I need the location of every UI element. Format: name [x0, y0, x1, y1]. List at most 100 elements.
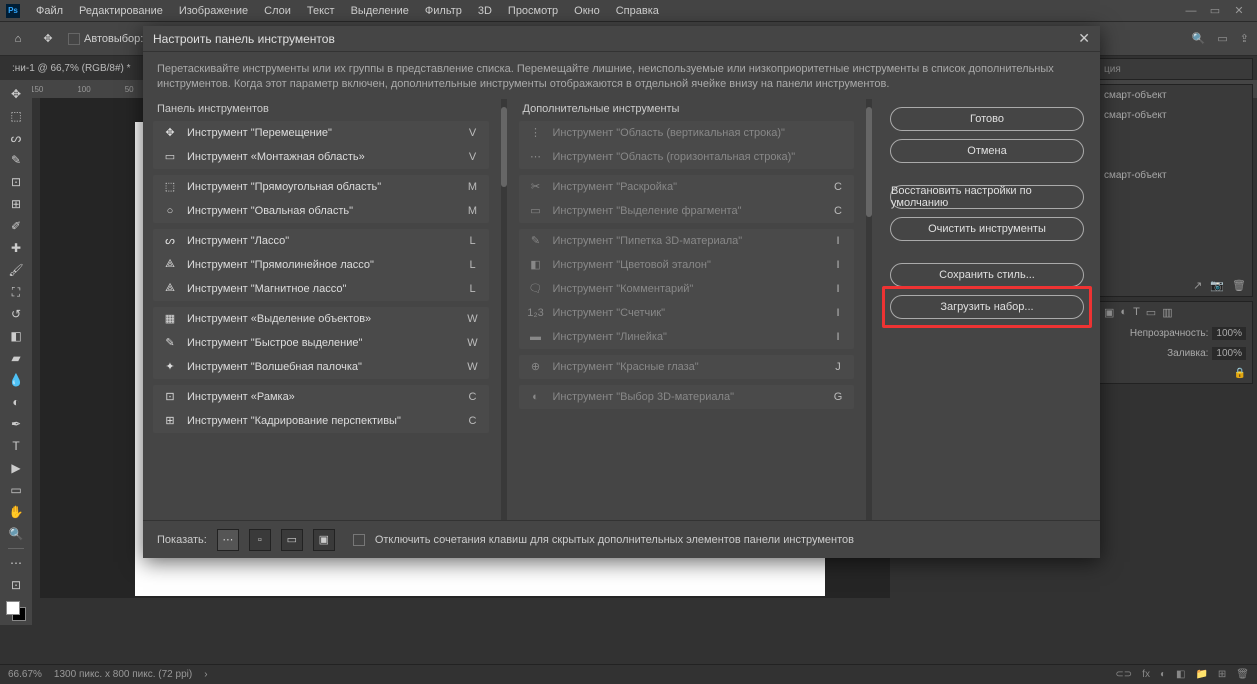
mask-icon[interactable]: ◐	[1160, 669, 1166, 680]
tool-brush[interactable]: 🖌	[6, 260, 26, 280]
opacity-value[interactable]: 100%	[1212, 327, 1246, 340]
export-icon[interactable]: ↗	[1193, 279, 1202, 292]
tool-path-select[interactable]: ▶	[6, 458, 26, 478]
workspace-icon[interactable]: ▭	[1217, 32, 1227, 45]
tool-row[interactable]: ⟁Инструмент "Прямолинейное лассо"L	[153, 253, 489, 277]
tool-row[interactable]: ✂Инструмент "Раскройка"C	[519, 175, 855, 199]
tool-row[interactable]: ◧Инструмент "Цветовой эталон"I	[519, 253, 855, 277]
trash-icon[interactable]: 🗑	[1232, 279, 1246, 292]
tool-row[interactable]: ✎Инструмент "Быстрое выделение"W	[153, 331, 489, 355]
tool-quick-select[interactable]: ✎	[6, 150, 26, 170]
panel-smart-2[interactable]: смарт-объект	[1098, 105, 1252, 125]
panel-icon-5[interactable]: ▥	[1162, 306, 1172, 319]
panel-icon-2[interactable]: ◐	[1120, 306, 1127, 319]
tool-row[interactable]: ✦Инструмент "Волшебная палочка"W	[153, 355, 489, 379]
menu-text[interactable]: Текст	[299, 5, 343, 17]
color-swatches[interactable]	[6, 601, 26, 621]
tool-row[interactable]: ▬Инструмент "Линейка"I	[519, 325, 855, 349]
clear-tools-button[interactable]: Очистить инструменты	[890, 217, 1084, 241]
menu-window[interactable]: Окно	[566, 5, 608, 17]
folder-icon[interactable]: 📁	[1195, 669, 1207, 680]
tool-row[interactable]: ▭Инструмент "Выделение фрагмента"C	[519, 199, 855, 223]
menu-image[interactable]: Изображение	[171, 5, 256, 17]
tool-edit-toolbar[interactable]: ⊡	[6, 575, 26, 595]
panel-smart-3[interactable]: смарт-объект	[1098, 165, 1252, 185]
show-option-4[interactable]: ▣	[313, 529, 335, 551]
zoom-level[interactable]: 66.67%	[8, 669, 42, 680]
doc-info-chevron[interactable]: ›	[204, 669, 207, 680]
tool-row[interactable]: ⊞Инструмент "Кадрирование перспективы"C	[153, 409, 489, 433]
lock-icon[interactable]: 🔒	[1234, 368, 1246, 379]
panel-icon-4[interactable]: ▭	[1146, 306, 1156, 319]
delete-icon[interactable]: 🗑	[1236, 669, 1249, 680]
menu-help[interactable]: Справка	[608, 5, 667, 17]
toolbar-list[interactable]: ✥Инструмент "Перемещение"V▭Инструмент «М…	[153, 121, 489, 520]
menu-file[interactable]: Файл	[28, 5, 71, 17]
tool-row[interactable]: ▭Инструмент «Монтажная область»V	[153, 145, 489, 169]
menu-3d[interactable]: 3D	[470, 5, 500, 17]
menu-view[interactable]: Просмотр	[500, 5, 566, 17]
tool-row[interactable]: ⟁Инструмент "Магнитное лассо"L	[153, 277, 489, 301]
dialog-close-button[interactable]: ✕	[1078, 30, 1090, 47]
tool-row[interactable]: ✎Инструмент "Пипетка 3D-материала"I	[519, 229, 855, 253]
extra-scrollbar[interactable]	[866, 107, 872, 217]
tool-row[interactable]: ⋮Инструмент "Область (вертикальная строк…	[519, 121, 855, 145]
menu-layers[interactable]: Слои	[256, 5, 299, 17]
done-button[interactable]: Готово	[890, 107, 1084, 131]
tool-type[interactable]: T	[6, 436, 26, 456]
tool-row[interactable]: ▦Инструмент «Выделение объектов»W	[153, 307, 489, 331]
toolbar-scrollbar[interactable]	[501, 107, 507, 187]
tool-eyedropper[interactable]: ✐	[6, 216, 26, 236]
tool-dodge[interactable]: ◐	[6, 392, 26, 412]
link-icon[interactable]: ⊂⊃	[1115, 669, 1132, 680]
autoselect-checkbox[interactable]	[68, 33, 80, 45]
menu-edit[interactable]: Редактирование	[71, 5, 171, 17]
extra-list[interactable]: ⋮Инструмент "Область (вертикальная строк…	[519, 121, 855, 520]
tool-zoom[interactable]: 🔍	[6, 524, 26, 544]
tool-row[interactable]: ⋯Инструмент "Область (горизонтальная стр…	[519, 145, 855, 169]
show-option-2[interactable]: ▫	[249, 529, 271, 551]
fill-value[interactable]: 100%	[1212, 347, 1246, 360]
tool-move[interactable]: ✥	[6, 84, 26, 104]
adjust-icon[interactable]: ◧	[1176, 669, 1185, 680]
tool-hand[interactable]: ✋	[6, 502, 26, 522]
load-preset-button[interactable]: Загрузить набор...	[890, 295, 1084, 319]
tool-pen[interactable]: ✒	[6, 414, 26, 434]
tool-row[interactable]: 🗨Инструмент "Комментарий"I	[519, 277, 855, 301]
panel-icon-1[interactable]: ▣	[1104, 306, 1114, 319]
new-layer-icon[interactable]: ⊞	[1218, 669, 1226, 680]
share-icon[interactable]: ⇪	[1240, 32, 1249, 45]
fx-icon[interactable]: fx	[1142, 669, 1150, 680]
document-tab[interactable]: :ни-1 @ 66,7% (RGB/8#) *	[4, 63, 139, 74]
tool-stamp[interactable]: ⛶	[6, 282, 26, 302]
tool-row[interactable]: ⊕Инструмент "Красные глаза"J	[519, 355, 855, 379]
tool-row[interactable]: ✥Инструмент "Перемещение"V	[153, 121, 489, 145]
show-option-1[interactable]: ⋯	[217, 529, 239, 551]
cancel-button[interactable]: Отмена	[890, 139, 1084, 163]
camera-icon[interactable]: 📷	[1210, 279, 1224, 292]
tool-history[interactable]: ↺	[6, 304, 26, 324]
tool-row[interactable]: 1₂3Инструмент "Счетчик"I	[519, 301, 855, 325]
menu-filter[interactable]: Фильтр	[417, 5, 470, 17]
disable-shortcuts-checkbox[interactable]	[353, 534, 365, 546]
tool-lasso[interactable]: ᔕ	[6, 128, 26, 148]
window-restore[interactable]: ▭	[1203, 4, 1227, 17]
tool-blur[interactable]: 💧	[6, 370, 26, 390]
tool-row[interactable]: ᔕИнструмент "Лассо"L	[153, 229, 489, 253]
window-close[interactable]: ✕	[1227, 4, 1251, 17]
tool-frame[interactable]: ⊞	[6, 194, 26, 214]
panel-icon-3[interactable]: T	[1133, 306, 1140, 319]
save-preset-button[interactable]: Сохранить стиль...	[890, 263, 1084, 287]
tool-row[interactable]: ⊡Инструмент «Рамка»C	[153, 385, 489, 409]
menu-select[interactable]: Выделение	[343, 5, 417, 17]
tool-marquee[interactable]: ⬚	[6, 106, 26, 126]
tool-row[interactable]: ◐Инструмент "Выбор 3D-материала"G	[519, 385, 855, 409]
move-tool-icon[interactable]: ✥	[38, 29, 58, 49]
restore-defaults-button[interactable]: Восстановить настройки по умолчанию	[890, 185, 1084, 209]
tool-more[interactable]: ⋯	[6, 553, 26, 573]
tool-crop[interactable]: ⊡	[6, 172, 26, 192]
tool-gradient[interactable]: ▰	[6, 348, 26, 368]
show-option-3[interactable]: ▭	[281, 529, 303, 551]
tool-heal[interactable]: ✚	[6, 238, 26, 258]
tool-row[interactable]: ⬚Инструмент "Прямоугольная область"M	[153, 175, 489, 199]
